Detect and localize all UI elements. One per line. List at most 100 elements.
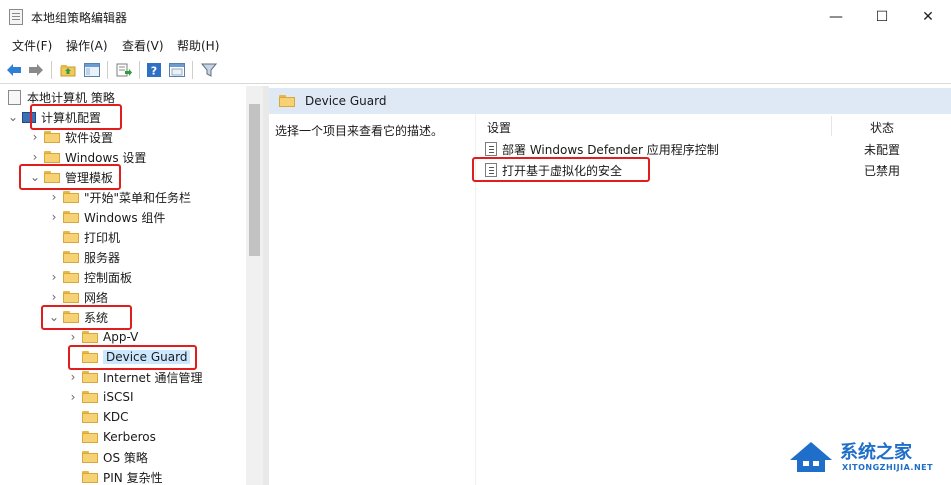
chevron-down-icon[interactable]: ⌄ (49, 310, 59, 324)
window-title: 本地组策略编辑器 (31, 11, 128, 25)
tree-item-label: 管理模板 (65, 170, 114, 185)
svg-text:?: ? (151, 64, 157, 77)
chevron-down-icon[interactable]: ⌄ (30, 170, 40, 184)
title-bar: 本地组策略编辑器 — ☐ ✕ (0, 0, 951, 34)
chevron-right-icon[interactable]: › (49, 290, 59, 304)
tree-item-kdc[interactable]: KDC (68, 407, 129, 427)
policy-name: 部署 Windows Defender 应用程序控制 (502, 142, 719, 157)
folder-icon (82, 331, 98, 343)
tree-item-label: App-V (103, 330, 139, 344)
export-list-icon[interactable] (115, 61, 133, 78)
chevron-right-icon[interactable]: › (49, 190, 59, 204)
folder-icon (63, 311, 79, 323)
policy-setting-icon (485, 142, 497, 156)
tree-item-label: 网络 (84, 290, 109, 305)
folder-icon (82, 451, 98, 463)
tree-item-software-settings[interactable]: › 软件设置 (30, 127, 113, 147)
tree-item-kerberos[interactable]: Kerberos (68, 427, 156, 447)
folder-icon (279, 95, 295, 107)
tree-item-system[interactable]: ⌄ 系统 (49, 307, 108, 327)
chevron-right-icon[interactable]: › (68, 370, 78, 384)
menu-file[interactable]: 文件(F) (12, 37, 52, 54)
folder-icon (63, 231, 79, 243)
tree-item-windows-components[interactable]: › Windows 组件 (49, 207, 166, 227)
console-tree: 本地计算机 策略 ⌄ 计算机配置 › 软件设置 › Windows 设置 ⌄ 管… (0, 86, 246, 485)
folder-icon (82, 391, 98, 403)
tree-item-os-policy[interactable]: OS 策略 (68, 447, 148, 467)
watermark-title: 系统之家 (840, 442, 912, 463)
tree-item-iscsi[interactable]: › iSCSI (68, 387, 134, 407)
chevron-right-icon[interactable]: › (68, 390, 78, 404)
details-title: Device Guard (305, 94, 387, 108)
folder-icon (82, 371, 98, 383)
help-icon[interactable]: ? (145, 61, 163, 78)
column-header-setting[interactable]: 设置 (487, 119, 511, 136)
policy-doc-icon (8, 89, 21, 105)
show-hide-tree-icon[interactable] (83, 61, 101, 78)
tree-item-label: iSCSI (103, 390, 134, 404)
folder-icon (63, 191, 79, 203)
policy-setting-icon (485, 163, 497, 177)
scrollbar-thumb[interactable] (249, 104, 260, 256)
folder-icon (63, 251, 79, 263)
properties-icon[interactable] (168, 61, 186, 78)
policy-state: 已禁用 (864, 163, 901, 178)
back-arrow-icon[interactable] (5, 61, 23, 78)
folder-icon (44, 171, 60, 183)
tree-item-label: 计算机配置 (41, 110, 102, 125)
description-text: 选择一个项目来查看它的描述。 (275, 124, 444, 138)
menu-view[interactable]: 查看(V) (122, 37, 164, 54)
tree-item-windows-settings[interactable]: › Windows 设置 (30, 147, 147, 167)
tree-item-computer-config[interactable]: ⌄ 计算机配置 (8, 107, 101, 127)
tree-item-local-policy[interactable]: 本地计算机 策略 (8, 87, 115, 107)
policy-name: 打开基于虚拟化的安全 (502, 163, 623, 178)
app-icon (9, 9, 23, 25)
tree-item-label: Device Guard (103, 350, 191, 364)
tree-item-server[interactable]: 服务器 (49, 247, 120, 267)
details-pane: Device Guard 选择一个项目来查看它的描述。 设置 状态 部署 Win… (269, 86, 951, 485)
computer-icon (22, 111, 36, 123)
tree-item-app-v[interactable]: › App-V (68, 327, 139, 347)
chevron-right-icon[interactable]: › (49, 270, 59, 284)
tree-item-label: "开始"菜单和任务栏 (84, 190, 192, 205)
chevron-right-icon[interactable]: › (49, 210, 59, 224)
policy-row[interactable]: 打开基于虚拟化的安全 (485, 160, 622, 180)
tree-item-label: PIN 复杂性 (103, 470, 163, 485)
filter-icon[interactable] (200, 61, 218, 78)
tree-item-start-menu[interactable]: › "开始"菜单和任务栏 (49, 187, 191, 207)
tree-item-label: 服务器 (84, 250, 121, 265)
tree-item-label: 软件设置 (65, 130, 114, 145)
watermark: 系统之家 XITONGZHIJIA.NET (788, 432, 948, 482)
tree-item-label: Internet 通信管理 (103, 370, 203, 385)
close-button[interactable]: ✕ (905, 0, 951, 34)
folder-icon (82, 351, 98, 363)
chevron-right-icon[interactable]: › (68, 330, 78, 344)
tree-scrollbar[interactable] (246, 86, 263, 485)
tree-item-admin-templates[interactable]: ⌄ 管理模板 (30, 167, 113, 187)
menu-action[interactable]: 操作(A) (66, 37, 108, 54)
menu-help[interactable]: 帮助(H) (177, 37, 219, 54)
minimize-button[interactable]: — (813, 0, 859, 34)
tree-item-control-panel[interactable]: › 控制面板 (49, 267, 132, 287)
folder-icon (63, 211, 79, 223)
forward-arrow-icon[interactable] (27, 61, 45, 78)
tree-item-label: 本地计算机 策略 (27, 90, 115, 105)
toolbar: ? (0, 57, 951, 84)
maximize-button[interactable]: ☐ (859, 0, 905, 34)
tree-item-label: OS 策略 (103, 450, 148, 465)
watermark-subtitle: XITONGZHIJIA.NET (842, 463, 934, 472)
column-header-state[interactable]: 状态 (870, 119, 894, 136)
chevron-down-icon[interactable]: ⌄ (8, 110, 18, 124)
policy-row[interactable]: 部署 Windows Defender 应用程序控制 (485, 139, 719, 159)
tree-item-network[interactable]: › 网络 (49, 287, 108, 307)
tree-item-pin-complexity[interactable]: PIN 复杂性 (68, 467, 163, 485)
policy-state: 未配置 (864, 142, 901, 157)
chevron-right-icon[interactable]: › (30, 130, 40, 144)
up-folder-icon[interactable] (59, 61, 77, 78)
tree-item-label: Kerberos (103, 430, 156, 444)
tree-item-label: Windows 设置 (65, 150, 147, 165)
tree-item-device-guard[interactable]: Device Guard (68, 347, 191, 367)
tree-item-printers[interactable]: 打印机 (49, 227, 120, 247)
chevron-right-icon[interactable]: › (30, 150, 40, 164)
tree-item-internet-comm[interactable]: › Internet 通信管理 (68, 367, 203, 387)
